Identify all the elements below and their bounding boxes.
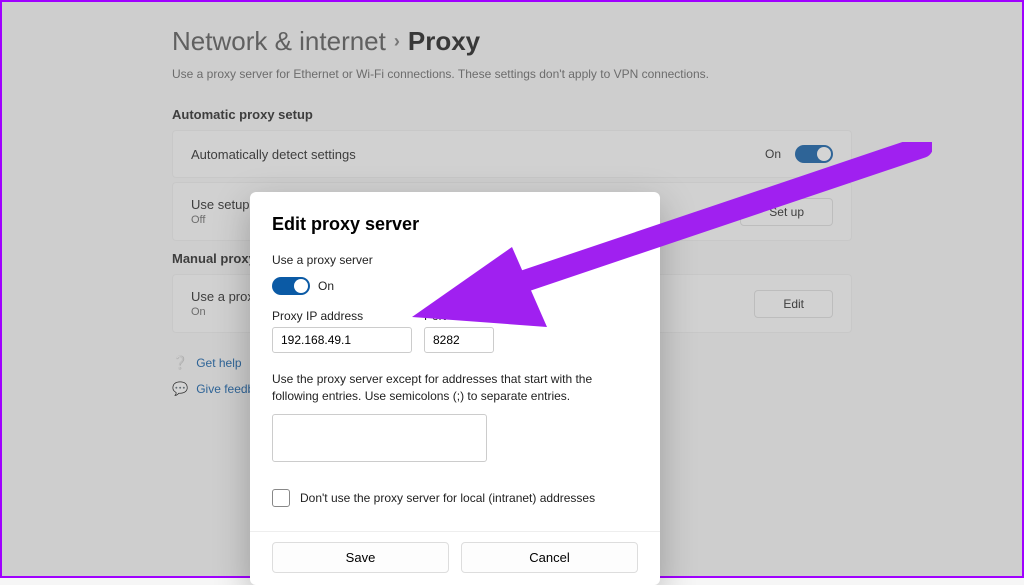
local-bypass-label: Don't use the proxy server for local (in… xyxy=(300,491,595,505)
edit-proxy-modal: Edit proxy server Use a proxy server On … xyxy=(250,192,660,585)
save-button[interactable]: Save xyxy=(272,542,449,573)
ip-label: Proxy IP address xyxy=(272,309,412,323)
proxy-ip-input[interactable] xyxy=(272,327,412,353)
modal-proxy-toggle[interactable] xyxy=(272,277,310,295)
modal-title: Edit proxy server xyxy=(272,214,638,235)
port-label: Port xyxy=(424,309,494,323)
exceptions-textarea[interactable] xyxy=(272,414,487,462)
modal-toggle-state: On xyxy=(318,279,334,293)
modal-divider xyxy=(250,531,660,532)
modal-use-proxy-label: Use a proxy server xyxy=(272,253,638,267)
local-bypass-checkbox[interactable] xyxy=(272,489,290,507)
exceptions-hint: Use the proxy server except for addresse… xyxy=(272,371,638,406)
proxy-port-input[interactable] xyxy=(424,327,494,353)
cancel-button[interactable]: Cancel xyxy=(461,542,638,573)
